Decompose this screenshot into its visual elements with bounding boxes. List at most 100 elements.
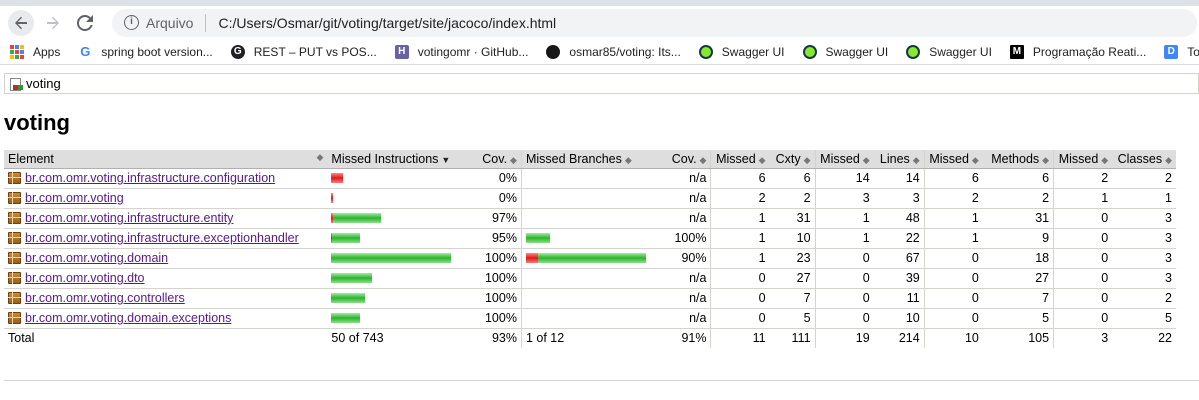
header-cxty-missed[interactable]: Missed ◆ [710,150,770,169]
covered-bar [331,293,366,303]
table-row: br.com.omr.voting.infrastructure.excepti… [4,228,1176,249]
bookmark-osmar85-voting[interactable]: osmar85/voting: Its... [546,44,681,59]
table-row: br.com.omr.voting.infrastructure.configu… [4,168,1176,189]
arrow-right-icon [47,16,59,29]
bookmark-spring-boot[interactable]: G spring boot version... [78,44,213,59]
lines-missed: 1 [814,228,874,249]
package-link[interactable]: br.com.omr.voting.domain.exceptions [25,311,231,325]
header-element[interactable]: Element ◆ [4,150,328,169]
package-cell: br.com.omr.voting.domain [4,248,328,269]
package-cell: br.com.omr.voting.infrastructure.excepti… [4,228,328,249]
branches-bar [526,173,647,183]
bookmark-label: Swagger UI [825,44,889,59]
bookmarks-bar: Apps G spring boot version... G REST – P… [0,39,1199,65]
total-classes-missed: 3 [1053,327,1113,348]
bookmark-rest-put-post[interactable]: G REST – PUT vs POS... [230,44,377,59]
total-row: Total 50 of 743 93% 1 of 12 91% 11 111 1… [4,327,1176,348]
header-cxty[interactable]: Cxty ◆ [769,150,816,169]
instructions-bar [331,233,460,243]
package-icon [8,232,21,244]
lines: 10 [873,308,925,329]
package-cell: br.com.omr.voting [4,188,328,209]
bookmark-swagger-1[interactable]: Swagger UI [698,44,785,59]
classes: 2 [1112,288,1176,309]
missed-branches-bar [520,288,652,309]
package-link[interactable]: br.com.omr.voting.infrastructure.entity [25,211,233,225]
forward-button[interactable] [40,10,66,36]
header-lines-missed[interactable]: Missed ◆ [814,150,874,169]
bookmark-toker[interactable]: D Toker [1164,44,1199,59]
coverage-table: Element ◆ Missed Instructions ▼ Cov. ◆ Miss… [4,150,1176,348]
site-g-icon: G [230,44,245,59]
package-link[interactable]: br.com.omr.voting.infrastructure.configu… [25,171,275,185]
package-link[interactable]: br.com.omr.voting.infrastructure.excepti… [25,231,299,245]
instr-cov: 100% [464,288,522,309]
back-button[interactable] [8,9,34,36]
browser-toolbar: i Arquivo C:/Users/Osmar/git/voting/targ… [0,6,1199,39]
total-branch-cov: 91% [651,327,711,348]
bookmark-label: Swagger UI [929,44,992,59]
header-missed-branches[interactable]: Missed Branches ◆ [520,150,652,169]
instructions-bar [331,173,460,183]
missed-instructions-bar [327,288,465,309]
table-row: br.com.omr.voting.domain.exceptions 100% n… [4,308,1176,329]
package-link[interactable]: br.com.omr.voting.dto [25,271,145,285]
info-icon[interactable]: i [124,15,139,30]
report-page: voting voting Element ◆ Missed Instructio… [0,73,1199,348]
package-link[interactable]: br.com.omr.voting [25,191,124,205]
total-cxty: 111 [769,327,816,348]
bookmark-label: spring boot version... [101,44,213,59]
lines-missed: 14 [814,168,874,189]
bookmark-label: osmar85/voting: Its... [569,44,681,59]
header-instr-cov[interactable]: Cov. ◆ [464,150,522,169]
sort-desc-icon: ▼ [441,154,451,165]
sort-icon: ◆ [862,154,870,165]
bookmark-swagger-3[interactable]: Swagger UI [906,44,992,59]
github-icon [546,44,561,59]
lines: 22 [873,228,925,249]
bookmark-label: Apps [33,44,61,59]
header-methods-missed[interactable]: Missed ◆ [923,150,983,169]
heroku-icon: H [394,44,409,59]
package-element: br.com.omr.voting.infrastructure.excepti… [8,231,323,245]
classes-missed: 0 [1053,308,1113,329]
arrow-left-icon [15,16,27,29]
missed-branches-bar [520,248,652,269]
classes: 1 [1112,188,1176,209]
reload-button[interactable] [72,10,98,36]
bookmark-votingomr[interactable]: H votingomr · GitHub... [394,44,528,59]
missed-instructions-bar [327,228,465,249]
instructions-bar [331,273,460,283]
header-methods[interactable]: Methods ◆ [982,150,1054,169]
total-cxty-missed: 11 [710,327,770,348]
sort-icon: ◆ [1101,154,1109,165]
header-branch-cov[interactable]: Cov. ◆ [651,150,711,169]
bookmark-swagger-2[interactable]: Swagger UI [802,44,889,59]
package-link[interactable]: br.com.omr.voting.controllers [25,291,185,305]
methods-missed: 0 [923,308,983,329]
missed-instructions-bar [327,188,465,209]
bookmark-label: Swagger UI [721,44,785,59]
bookmark-apps[interactable]: Apps [10,44,61,59]
methods-missed: 6 [923,168,983,189]
package-element: br.com.omr.voting.infrastructure.configu… [8,171,323,185]
header-classes-missed[interactable]: Missed ◆ [1053,150,1113,169]
package-cell: br.com.omr.voting.controllers [4,288,328,309]
swagger-icon [802,44,817,59]
branch-cov: 90% [651,248,711,269]
header-lines[interactable]: Lines ◆ [873,150,925,169]
package-link[interactable]: br.com.omr.voting.domain [25,251,168,265]
missed-instructions-bar [327,168,465,189]
package-element: br.com.omr.voting.domain.exceptions [8,311,323,325]
cxty-missed: 0 [710,268,770,289]
instr-cov: 0% [464,168,522,189]
address-bar[interactable]: i Arquivo C:/Users/Osmar/git/voting/targ… [112,8,1197,37]
sort-icon: ◆ [316,151,324,162]
header-classes[interactable]: Classes ◆ [1112,150,1176,169]
page-title: voting [4,110,70,135]
header-missed-instructions[interactable]: Missed Instructions ▼ [327,150,465,169]
bookmark-programacao[interactable]: M Programação Reati... [1009,44,1146,59]
apps-grid-icon [10,44,24,59]
breadcrumb-label: voting [26,76,61,91]
docs-icon: D [1164,44,1179,59]
